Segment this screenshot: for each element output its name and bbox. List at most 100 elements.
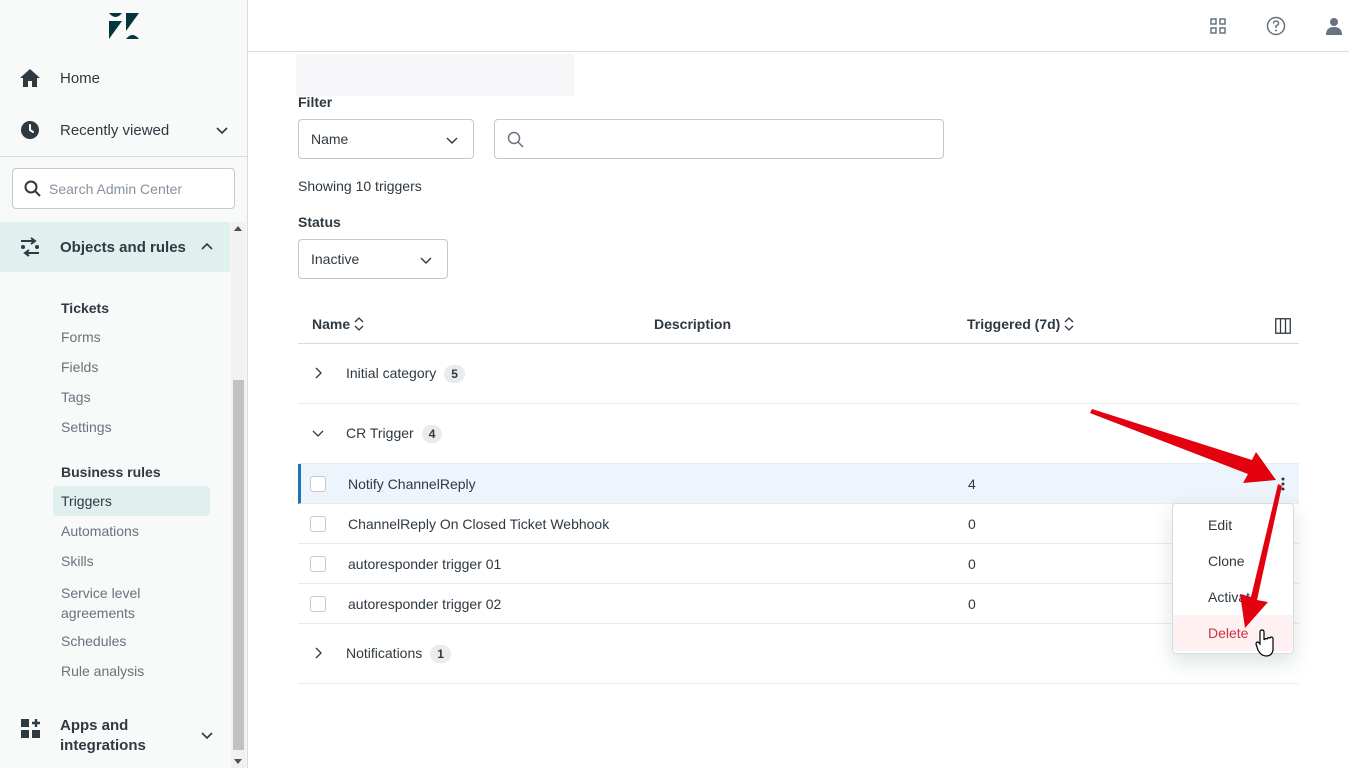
sidebar-item-home[interactable]: Home — [0, 52, 247, 104]
menu-item-activate[interactable]: Activate — [1173, 579, 1293, 615]
chevron-down-icon[interactable] — [200, 728, 214, 742]
chevron-right-icon[interactable] — [312, 647, 324, 659]
search-admin-input[interactable]: Search Admin Center — [12, 168, 235, 209]
sidebar-scrollbar[interactable] — [231, 222, 246, 768]
group-row-initial-category[interactable]: Initial category 5 — [298, 344, 1299, 404]
group-row-notifications[interactable]: Notifications 1 — [298, 624, 1299, 684]
search-placeholder: Search Admin Center — [49, 180, 183, 197]
scroll-up-icon[interactable] — [234, 226, 242, 231]
search-icon — [507, 131, 524, 148]
triggered-count: 4 — [968, 476, 976, 492]
count-badge: 4 — [421, 425, 443, 443]
trigger-name[interactable]: autoresponder trigger 02 — [348, 596, 501, 612]
column-header-label: Name — [312, 316, 351, 332]
status-select-value: Inactive — [311, 251, 360, 267]
column-header-label: Triggered (7d) — [967, 316, 1061, 332]
group-row-cr-trigger[interactable]: CR Trigger 4 — [298, 404, 1299, 464]
sidebar-item-forms[interactable]: Forms — [61, 329, 101, 345]
chevron-down-icon — [420, 257, 432, 264]
filter-select-value: Name — [311, 131, 349, 147]
group-label: CR Trigger — [346, 425, 414, 441]
sidebar-item-skills[interactable]: Skills — [61, 553, 94, 569]
group-label: Initial category — [346, 365, 437, 381]
apps-label: Apps and integrations — [60, 717, 146, 754]
status-label: Status — [298, 214, 341, 230]
sidebar-item-triggers[interactable]: Triggers — [53, 486, 210, 516]
trigger-name[interactable]: Notify ChannelReply — [348, 476, 476, 492]
apps-grid-icon[interactable] — [1208, 16, 1228, 36]
count-badge: 5 — [444, 365, 465, 383]
zendesk-logo[interactable] — [108, 12, 140, 40]
scroll-down-icon[interactable] — [234, 759, 242, 764]
group-name: CR Trigger 4 — [346, 425, 443, 443]
business-rules-section-title: Business rules — [61, 464, 161, 480]
sidebar-item-rule-analysis[interactable]: Rule analysis — [61, 663, 144, 679]
column-header-name[interactable]: Name — [312, 316, 364, 332]
column-header-label: Description — [654, 316, 732, 332]
chevron-right-icon[interactable] — [312, 367, 324, 379]
chevron-down-icon[interactable] — [312, 427, 324, 439]
trigger-name[interactable]: ChannelReply On Closed Ticket Webhook — [348, 516, 609, 532]
table-header: Name Description Triggered (7d) — [298, 304, 1299, 344]
clock-icon — [21, 121, 39, 139]
chevron-up-icon[interactable] — [200, 240, 214, 254]
user-icon[interactable] — [1324, 16, 1344, 36]
triggered-count: 0 — [968, 556, 976, 572]
sidebar-item-settings[interactable]: Settings — [61, 419, 112, 435]
group-name: Notifications 1 — [346, 645, 451, 663]
row-checkbox[interactable] — [310, 476, 326, 492]
sidebar-item-automations[interactable]: Automations — [61, 523, 139, 539]
sidebar-scroll-area: Objects and rules Tickets Forms Fields T… — [0, 222, 247, 768]
filter-label: Filter — [298, 94, 333, 110]
menu-item-delete[interactable]: Delete — [1173, 615, 1293, 651]
sidebar-item-label: Home — [60, 69, 101, 87]
status-select[interactable]: Inactive — [298, 239, 448, 279]
sidebar-item-apps-integrations[interactable]: Apps and integrations — [0, 716, 230, 756]
sort-icon — [354, 317, 364, 331]
chevron-down-icon — [446, 137, 458, 144]
filter-select[interactable]: Name — [298, 119, 474, 159]
table-row[interactable]: Notify ChannelReply 4 — [298, 464, 1299, 504]
sidebar-item-label: Recently viewed — [60, 121, 170, 139]
group-label: Notifications — [346, 645, 423, 661]
overflow-menu-icon[interactable] — [1281, 476, 1285, 492]
sidebar-item-schedules[interactable]: Schedules — [61, 633, 126, 649]
filter-search-input[interactable] — [494, 119, 944, 159]
sidebar-item-fields[interactable]: Fields — [61, 359, 98, 375]
row-checkbox[interactable] — [310, 516, 326, 532]
admin-center-app: Home Recently viewed Search Admin Center — [0, 0, 1349, 768]
row-checkbox[interactable] — [310, 556, 326, 572]
showing-count: Showing 10 triggers — [298, 178, 422, 194]
columns-icon[interactable] — [1275, 318, 1291, 334]
table-row[interactable]: ChannelReply On Closed Ticket Webhook 0 — [298, 504, 1299, 544]
sidebar-item-sla[interactable]: Service level agreements — [61, 583, 171, 623]
count-badge: 1 — [430, 645, 451, 663]
objects-rules-icon — [21, 237, 39, 257]
top-bar — [248, 0, 1349, 52]
row-actions-menu: Edit Clone Activate Delete — [1172, 503, 1294, 654]
sidebar: Home Recently viewed Search Admin Center — [0, 0, 248, 768]
row-checkbox[interactable] — [310, 596, 326, 612]
triggers-table: Name Description Triggered (7d) Initial … — [298, 304, 1299, 684]
table-row[interactable]: autoresponder trigger 01 0 — [298, 544, 1299, 584]
menu-item-edit[interactable]: Edit — [1173, 507, 1293, 543]
sidebar-item-tags[interactable]: Tags — [61, 389, 91, 405]
scrollbar-thumb[interactable] — [233, 380, 244, 750]
tickets-section-title: Tickets — [61, 300, 109, 316]
sidebar-item-objects-and-rules[interactable]: Objects and rules — [0, 222, 230, 272]
column-header-triggered[interactable]: Triggered (7d) — [967, 316, 1074, 332]
chevron-down-icon[interactable] — [215, 123, 229, 137]
home-icon — [20, 69, 40, 87]
sidebar-divider — [0, 156, 247, 157]
trigger-name[interactable]: autoresponder trigger 01 — [348, 556, 501, 572]
column-header-description: Description — [654, 316, 731, 332]
table-row[interactable]: autoresponder trigger 02 0 — [298, 584, 1299, 624]
objects-header-label: Objects and rules — [60, 238, 186, 256]
triggered-count: 0 — [968, 516, 976, 532]
help-icon[interactable] — [1266, 16, 1286, 36]
menu-item-clone[interactable]: Clone — [1173, 543, 1293, 579]
sidebar-item-recently-viewed[interactable]: Recently viewed — [0, 104, 247, 156]
triggered-count: 0 — [968, 596, 976, 612]
sort-icon — [1064, 317, 1074, 331]
sidebar-nav: Home Recently viewed — [0, 52, 247, 156]
